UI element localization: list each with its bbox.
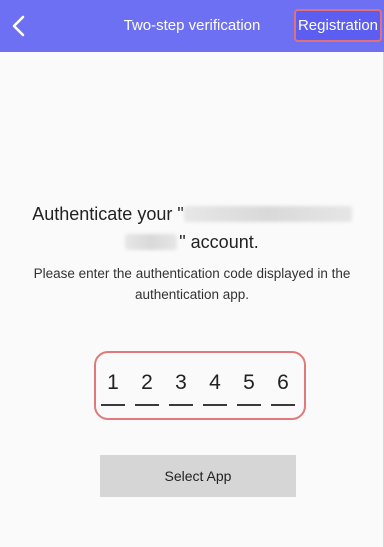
auth-suffix-text: " account. (179, 231, 259, 252)
code-digit[interactable]: 1 (101, 368, 125, 398)
code-digit[interactable]: 2 (135, 368, 159, 398)
registration-button[interactable]: Registration (294, 9, 382, 42)
redacted-email-part1 (183, 206, 352, 222)
code-digit-underline (203, 404, 227, 406)
code-digit[interactable]: 3 (169, 368, 193, 398)
redacted-email-part2 (125, 234, 178, 250)
code-digit-underline (237, 404, 261, 406)
top-bar: Two-step verification Registration (0, 0, 384, 52)
select-app-button[interactable]: Select App (100, 455, 296, 497)
auth-prefix-text: Authenticate your " (32, 203, 184, 224)
code-digit-underline (271, 404, 295, 406)
back-button[interactable] (2, 4, 36, 48)
app-screen: Two-step verification Registration Authe… (0, 0, 384, 547)
auth-hint-text: Please enter the authentication code dis… (33, 266, 351, 302)
code-digit-underline (101, 404, 125, 406)
code-digit-underline (135, 404, 159, 406)
auth-account-line1: Authenticate your " (0, 201, 384, 227)
code-digit[interactable]: 6 (271, 368, 295, 398)
code-digit[interactable]: 5 (237, 368, 261, 398)
chevron-left-icon (12, 15, 25, 37)
auth-account-line2: " account. (0, 229, 384, 255)
code-digit-underline (169, 404, 193, 406)
code-digit[interactable]: 4 (203, 368, 227, 398)
